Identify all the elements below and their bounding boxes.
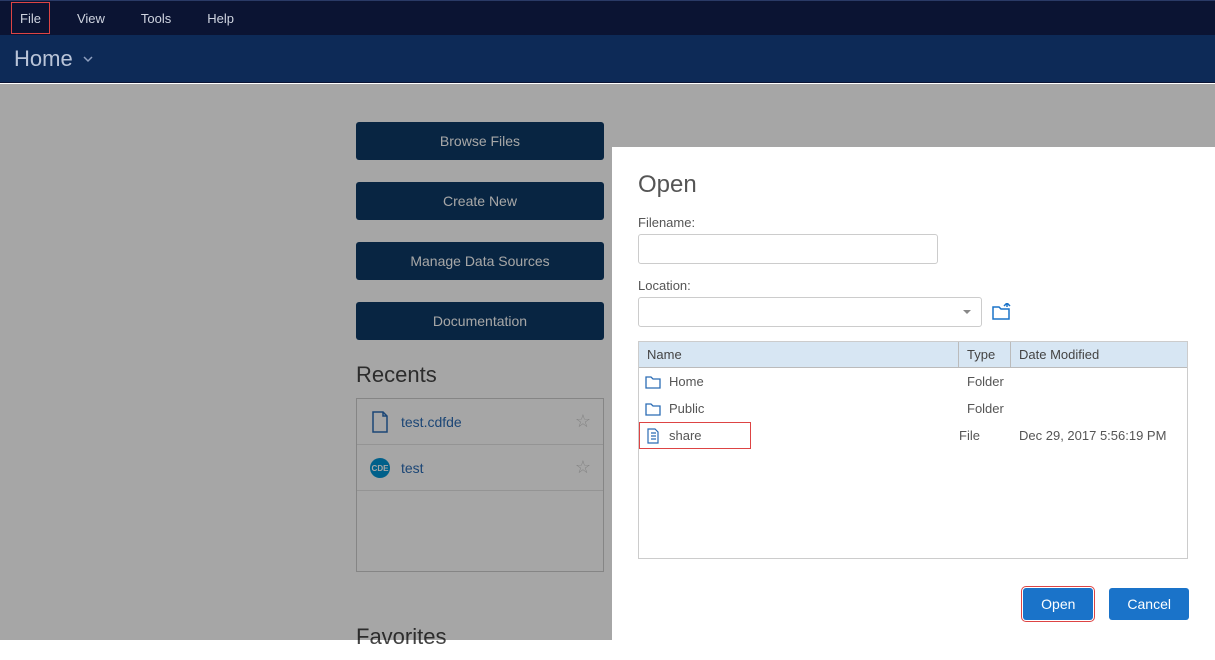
file-row[interactable]: Home Folder	[639, 368, 1187, 395]
chevron-down-icon	[961, 306, 973, 318]
file-row-type: Folder	[959, 401, 1011, 416]
filename-row: Filename:	[612, 215, 1215, 278]
filename-input[interactable]	[638, 234, 938, 264]
location-row: Location:	[612, 278, 1215, 341]
location-label: Location:	[638, 278, 1189, 293]
location-select[interactable]	[638, 297, 982, 327]
perspective-bar: Home	[0, 35, 1215, 83]
file-row-type: File	[959, 428, 1011, 443]
col-header-type[interactable]: Type	[959, 342, 1011, 367]
file-table: Name Type Date Modified Home Folder Publ…	[638, 341, 1188, 559]
folder-up-icon[interactable]	[992, 303, 1012, 321]
folder-icon	[645, 374, 661, 390]
menubar: File View Tools Help	[0, 0, 1215, 35]
dialog-button-row: Open Cancel	[1023, 588, 1189, 620]
file-icon	[645, 428, 661, 444]
file-row-name: Home	[669, 374, 704, 389]
file-row-name: share	[669, 428, 702, 443]
cancel-button[interactable]: Cancel	[1109, 588, 1189, 620]
file-row-type: Folder	[959, 374, 1011, 389]
menu-help[interactable]: Help	[189, 1, 252, 35]
folder-icon	[645, 401, 661, 417]
file-table-header: Name Type Date Modified	[639, 342, 1187, 368]
file-row[interactable]: Public Folder	[639, 395, 1187, 422]
file-row-name: Public	[669, 401, 704, 416]
menu-tools[interactable]: Tools	[123, 1, 189, 35]
menu-file[interactable]: File	[10, 1, 51, 35]
open-button[interactable]: Open	[1023, 588, 1093, 620]
filename-label: Filename:	[638, 215, 1189, 230]
open-dialog: Open Filename: Location: Name Type Date …	[612, 147, 1215, 640]
menu-view[interactable]: View	[59, 1, 123, 35]
col-header-date[interactable]: Date Modified	[1011, 342, 1187, 367]
dialog-title: Open	[612, 147, 1215, 215]
col-header-name[interactable]: Name	[639, 342, 959, 367]
chevron-down-icon[interactable]	[83, 54, 93, 64]
file-row-date: Dec 29, 2017 5:56:19 PM	[1011, 428, 1187, 443]
perspective-label[interactable]: Home	[14, 46, 73, 72]
file-row[interactable]: share File Dec 29, 2017 5:56:19 PM	[639, 422, 1187, 449]
